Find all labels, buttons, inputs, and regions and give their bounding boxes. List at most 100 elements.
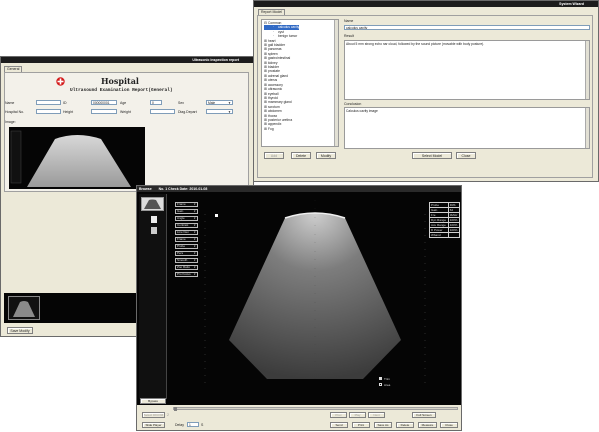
- tree-item-label: kidney: [268, 60, 278, 65]
- full-screen-button[interactable]: Full Screen: [412, 412, 436, 418]
- age-field[interactable]: 0: [150, 100, 162, 105]
- ultrasound-viewport: Trim Area: [203, 194, 427, 396]
- imaging-window: Browse No. 1 Check Date: 2010-01-08 Bypa…: [136, 185, 462, 431]
- chevron-down-icon: ▼: [193, 217, 196, 220]
- slider-thumb[interactable]: [174, 407, 177, 411]
- param-value: [447, 232, 461, 238]
- tree-item-label: accessory: [268, 82, 283, 87]
- delay-label: Delay: [175, 423, 184, 427]
- tree-item-label: calculus cavity: [278, 25, 300, 30]
- tree-item-label: posterior urethra: [268, 117, 293, 122]
- menu-item-label: Frame: [177, 202, 186, 206]
- diag-depart-select[interactable]: ▼: [206, 109, 233, 114]
- save-modify-button[interactable]: Save Modify: [7, 327, 33, 334]
- result-textarea[interactable]: About 5 mm strong echo nar cloud, follow…: [344, 40, 590, 100]
- weight-label: Weight: [120, 110, 131, 114]
- name-field[interactable]: [36, 100, 61, 105]
- delete-button[interactable]: Delete: [396, 422, 414, 428]
- param-name: Acu Range: [429, 222, 449, 228]
- param-name: Wband: [429, 232, 449, 238]
- menu-item[interactable]: Pers ▼: [175, 251, 198, 256]
- print-button[interactable]: Print: [352, 422, 370, 428]
- prev-button[interactable]: Prev: [330, 412, 347, 418]
- tree-scrollbar[interactable]: [334, 20, 338, 146]
- slide-player-button[interactable]: Slide Player: [142, 422, 165, 428]
- measure-button[interactable]: Measure: [418, 422, 437, 428]
- model-tree[interactable]: ⊟ Common · calculus cavity · cyst · benign tumo…: [261, 19, 339, 147]
- tree-item-label: gall bladder: [268, 43, 286, 48]
- menu-item[interactable]: Probe ▼: [175, 244, 198, 249]
- send-button[interactable]: Send: [330, 422, 348, 428]
- diag-depart-label: Diag.Depart: [178, 110, 197, 114]
- id-field[interactable]: 000000001: [91, 100, 117, 105]
- menu-item[interactable]: Angle ▼: [175, 216, 198, 221]
- imaging-title: Browse: [139, 187, 152, 191]
- parameter-table: Probe R3S Gain 64 Fre 3MHz Dyn Range 100% Acu Ra…: [429, 202, 461, 238]
- system-wizard-window: System Wizard Report Model ⊟ Common · calcu…: [253, 0, 599, 182]
- close-button[interactable]: Close: [440, 422, 458, 428]
- save-as-button[interactable]: Save As: [374, 422, 392, 428]
- menu-item[interactable]: Gain ▼: [175, 209, 198, 214]
- select-model-button[interactable]: Select Model: [412, 152, 452, 159]
- weight-field[interactable]: [150, 109, 175, 114]
- tree-item-label: mammary gland: [268, 100, 292, 105]
- menu-item-label: Angle: [177, 216, 185, 220]
- conclusion-textarea[interactable]: Calculus cavity image: [344, 107, 590, 149]
- menu-item-label: Pro Focus: [177, 272, 191, 276]
- menu-item[interactable]: Zoo Ratio ▼: [175, 265, 198, 270]
- name-field[interactable]: calculus cavity: [344, 25, 590, 30]
- hospital-no-field[interactable]: [36, 109, 61, 114]
- tree-item-label: bladder: [268, 65, 279, 70]
- expand-icon[interactable]: ⊟: [264, 21, 267, 25]
- conclusion-scrollbar[interactable]: [585, 108, 589, 148]
- thumbnail-item[interactable]: [8, 296, 40, 320]
- next-button[interactable]: Next: [368, 412, 385, 418]
- result-scrollbar[interactable]: [585, 41, 589, 99]
- chevron-down-icon: ▼: [193, 259, 196, 262]
- imaging-titlebar: Browse No. 1 Check Date: 2010-01-08: [137, 186, 461, 192]
- expand-icon[interactable]: ⊞: [264, 127, 267, 131]
- height-field[interactable]: [91, 109, 117, 114]
- param-value: 3MHz: [447, 212, 461, 218]
- tree-item-label: Fog: [268, 126, 274, 131]
- modify-button[interactable]: Modify: [316, 152, 336, 159]
- delay-field[interactable]: 1: [187, 422, 199, 427]
- leaf-icon[interactable]: ·: [273, 34, 274, 38]
- count-label: 2: [167, 413, 169, 417]
- menu-item[interactable]: Smooth ▼: [175, 258, 198, 263]
- menu-item[interactable]: Frame ▼: [175, 202, 198, 207]
- delete-button[interactable]: Delete: [291, 152, 311, 159]
- thumbnail-marker[interactable]: [151, 227, 157, 234]
- report-titlebar: Ultrasonic inspection report: [1, 57, 253, 63]
- bypass-button[interactable]: Bypass: [140, 398, 166, 404]
- tree-item-label: ultrasonic: [268, 87, 283, 92]
- close-button[interactable]: Close: [456, 152, 476, 159]
- select-dicom-button[interactable]: Select DICOM: [142, 412, 165, 418]
- conclusion-text: Calculus cavity image: [346, 109, 378, 113]
- hospital-title: Hospital: [101, 76, 139, 86]
- tree-item-label: uterus: [268, 78, 278, 83]
- menu-item[interactable]: Frame ▼: [175, 237, 198, 242]
- play-button[interactable]: Play: [349, 412, 366, 418]
- tree-item-label: thorax: [268, 113, 278, 118]
- tree-item-label: cyst: [278, 29, 284, 34]
- hospital-no-label: Hospital No.: [5, 110, 25, 114]
- tree-item[interactable]: ⊞ Fog: [264, 127, 336, 131]
- menu-item[interactable]: Contrast ▼: [175, 223, 198, 228]
- add-button[interactable]: Add: [264, 152, 284, 159]
- conclusion-label: Conclusion: [344, 102, 362, 106]
- table-row: Dyn Range 100%: [429, 217, 461, 223]
- thumbnail-item[interactable]: [141, 197, 164, 211]
- chevron-down-icon: ▼: [193, 266, 196, 269]
- tree-item-label: prostate: [268, 69, 280, 74]
- sex-select[interactable]: Male ▼: [206, 100, 233, 105]
- thumbnail-marker[interactable]: [151, 216, 157, 223]
- tree-item-label: adrenal gland: [268, 73, 288, 78]
- menu-item[interactable]: Line Den ▼: [175, 230, 198, 235]
- menu-item[interactable]: Pro Focus ▼: [175, 272, 198, 277]
- playback-slider[interactable]: [173, 407, 458, 411]
- thumbnail-column: [139, 194, 167, 399]
- tree-item-label: benign tumor: [278, 34, 298, 39]
- left-menu: Frame ▼ Gain ▼ Angle ▼ Contrast ▼ Line Den ▼ Frame…: [173, 202, 201, 402]
- chevron-down-icon: ▼: [228, 101, 231, 105]
